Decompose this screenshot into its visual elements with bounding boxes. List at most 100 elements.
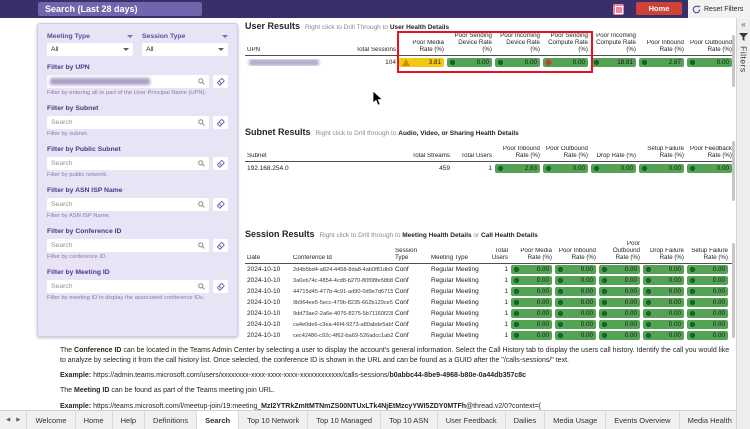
table-row[interactable]: 104 3.81 0.00 0.00 0.00 18.81 2.87 0.00 [245, 56, 735, 69]
search-input[interactable]: Search [47, 280, 209, 293]
column-header[interactable]: Poor Feedback Rate (%) [687, 146, 735, 160]
drill-hint: Right click to Drill through to Meeting … [320, 232, 538, 239]
expand-filters-icon[interactable]: « [741, 21, 745, 29]
rate-value: 0.00 [573, 59, 585, 66]
report-tab[interactable]: Events Overview [606, 411, 679, 429]
table-row[interactable]: 2024-10-10 9dd73ae2-2a6e-4076-8275-5b711… [245, 308, 735, 319]
column-header[interactable]: Conference Id [291, 255, 393, 262]
scrollbar[interactable] [732, 35, 735, 87]
scrollbar[interactable] [732, 243, 735, 338]
table-row[interactable]: 2024-10-10 3a0eb74c-4854-4cd8-b270-80f08… [245, 275, 735, 286]
column-header[interactable]: Poor Inbound Rate (%) [555, 248, 599, 262]
rate-value: 0.00 [573, 165, 585, 172]
meeting-type-dropdown[interactable]: All [47, 43, 133, 56]
filters-pane-label: Filters [739, 46, 749, 73]
table-row[interactable]: 192.168.254.0 459 1 2.83 0.00 0.00 0.00 … [245, 162, 735, 175]
prev-tab-icon[interactable]: ◀ [6, 417, 10, 423]
rate-bar: 0.00 [543, 58, 588, 67]
report-tab[interactable]: Definitions [145, 411, 197, 429]
report-tab[interactable]: Help [113, 411, 145, 429]
report-tab[interactable]: Top 10 ASN [381, 411, 438, 429]
column-header[interactable]: Drop Failure Rate (%) [643, 248, 687, 262]
rate-bar: 0.00 [511, 320, 552, 329]
column-header[interactable]: Poor Incoming Compute Rate (%) [591, 33, 639, 54]
report-tab[interactable]: Home [76, 411, 113, 429]
column-header[interactable]: Total Users [453, 153, 495, 160]
subnet-cell: 192.168.254.0 [245, 165, 405, 172]
report-tab[interactable]: Media Usage [545, 411, 606, 429]
meeting-type-cell: Regular Meeting [429, 277, 479, 284]
clear-filter-button[interactable] [213, 75, 228, 88]
eraser-icon [216, 77, 225, 86]
hint-link: Audio, Video, or Sharing Health Details [398, 130, 519, 137]
search-input[interactable]: Search [47, 157, 209, 170]
rate-cell: 0.00 [555, 309, 599, 318]
reset-filters-button[interactable]: Reset Filters [688, 0, 750, 18]
table-row[interactable]: 2024-10-10 cec42486-c92c-4f62-ba69-526ad… [245, 330, 735, 341]
column-header[interactable]: Poor Media Rate (%) [511, 248, 555, 262]
column-header[interactable]: Poor Outbound Rate (%) [543, 146, 591, 160]
session-type-value: All [146, 46, 154, 53]
filters-pane-collapsed[interactable]: « Filters [736, 18, 750, 429]
column-header[interactable]: Subnet [245, 153, 405, 160]
redacted-upn [249, 59, 319, 66]
search-input[interactable] [47, 75, 209, 88]
session-type-dropdown[interactable]: All [142, 43, 228, 56]
ok-status-icon [646, 267, 651, 272]
column-header[interactable]: Total Streams [405, 153, 453, 160]
annotation-icon[interactable] [613, 4, 624, 15]
rate-bar: 0.00 [687, 58, 732, 67]
next-tab-icon[interactable]: ▶ [16, 417, 20, 423]
search-input[interactable]: Search [47, 198, 209, 211]
ok-status-icon [514, 333, 519, 338]
column-header[interactable]: Poor Sending Device Rate (%) [447, 33, 495, 54]
report-tab[interactable]: Welcome [27, 411, 75, 429]
table-row[interactable]: 2024-10-10 9b964ee5-5ecc-479b-8235-662b1… [245, 297, 735, 308]
table-row[interactable]: 2024-10-10 44715d45-477b-4c91-ad90-0d9e7… [245, 286, 735, 297]
clear-filter-button[interactable] [213, 198, 228, 211]
user-results-section: User Results Right click to Drill Throug… [245, 21, 735, 123]
column-header[interactable]: Poor Sending Compute Rate (%) [543, 33, 591, 54]
report-tab[interactable]: Media Health [680, 411, 736, 429]
column-header[interactable]: Setup Failure Rate (%) [687, 248, 731, 262]
column-header[interactable]: Poor Outbound Rate (%) [687, 40, 735, 54]
search-input[interactable]: Search [47, 116, 209, 129]
column-header[interactable]: Poor Outbound Rate (%) [599, 241, 643, 262]
column-header[interactable]: UPN [245, 47, 355, 54]
clear-filter-button[interactable] [213, 116, 228, 129]
column-header[interactable]: Setup Failure Rate (%) [639, 146, 687, 160]
clear-filter-button[interactable] [213, 239, 228, 252]
report-tab[interactable]: User Feedback [438, 411, 506, 429]
ok-status-icon [594, 166, 599, 171]
example-url: https://teams.microsoft.com/l/meetup-joi… [93, 403, 261, 410]
column-header[interactable]: Total Users [479, 248, 511, 262]
scrollbar[interactable] [732, 141, 735, 201]
column-header[interactable]: Total Sessions [355, 47, 399, 54]
column-header[interactable]: Session Type [393, 248, 429, 262]
search-icon [198, 160, 205, 167]
column-header[interactable]: Poor Media Rate (%) [399, 40, 447, 54]
rate-bar: 0.00 [511, 331, 552, 340]
column-header[interactable]: Drop Rate (%) [591, 153, 639, 160]
clear-filter-button[interactable] [213, 157, 228, 170]
column-header[interactable]: Meeting Type [429, 255, 479, 262]
rate-cell: 0.00 [599, 298, 643, 307]
column-header[interactable]: Poor Inbound Rate (%) [639, 40, 687, 54]
search-input[interactable]: Search [47, 239, 209, 252]
table-row[interactable]: 2024-10-10 2d4b5bd4-a824-4458-8da8-4ab0f… [245, 264, 735, 275]
clear-filter-button[interactable] [213, 280, 228, 293]
column-header[interactable]: Poor Incoming Device Rate (%) [495, 33, 543, 54]
ok-status-icon [690, 267, 695, 272]
home-button[interactable]: Home [636, 2, 682, 15]
ok-status-icon [498, 60, 503, 65]
column-header[interactable]: Poor Inbound Rate (%) [495, 146, 543, 160]
report-tab[interactable]: Top 10 Network [239, 411, 308, 429]
column-header[interactable]: Date [245, 255, 291, 262]
report-tab[interactable]: Top 10 Managed [308, 411, 381, 429]
table-row[interactable]: 2024-10-10 ca4e0de6-c3ea-46f4-9273-a80ab… [245, 319, 735, 330]
rate-bar: 0.00 [687, 309, 728, 318]
report-tab[interactable]: Dailies [506, 411, 546, 429]
filter-group: Filter by Public Subnet Search [47, 146, 228, 179]
hint-link: Meeting Health Details [402, 232, 471, 239]
report-tab[interactable]: Search [197, 411, 239, 429]
